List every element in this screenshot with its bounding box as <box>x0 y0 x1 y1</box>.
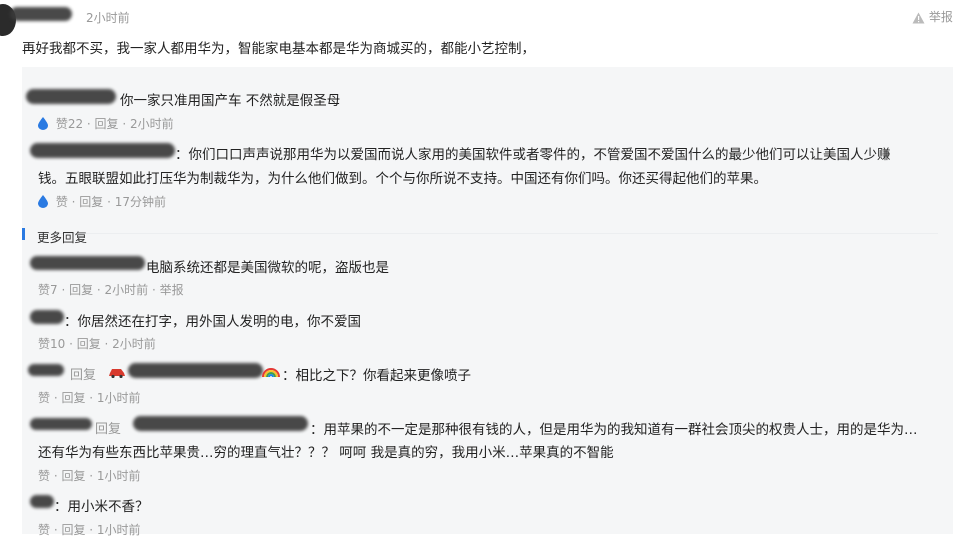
reply-meta[interactable]: 赞 · 回复 · 1小时前 <box>38 467 141 484</box>
report-label: 举报 <box>928 10 953 24</box>
warning-icon <box>912 12 925 23</box>
reply-username-redacted[interactable] <box>30 143 175 158</box>
reply-to-label: 回复 <box>95 422 122 437</box>
reply-text-line1: ：你们口口声声说那用华为以爱国而说人家用的美国软件或者零件的，不管爱国不爱国什么… <box>175 147 891 163</box>
reply-text: 你一家只准用国产车 不然就是假圣母 <box>120 93 341 109</box>
reply-to-label: 回复 <box>70 368 97 383</box>
more-replies-label[interactable]: 更多回复 <box>37 227 87 246</box>
more-replies-marker <box>22 228 25 240</box>
post-content: 再好我都不买，我一家人都用华为，智能家电基本都是华为商城买的，都能小艺控制， <box>22 41 535 57</box>
car-emoji-icon <box>109 369 125 378</box>
reply-panel <box>22 67 953 534</box>
reply-text-line1: ：用苹果的不一定是那种很有钱的人，但是用华为的我知道有一群社会顶尖的权贵人士，用… <box>310 422 918 438</box>
username-redacted[interactable] <box>10 7 72 21</box>
reply-text: ：相比之下？你看起来更像喷子 <box>282 368 471 384</box>
post-time: 2小时前 <box>86 11 130 25</box>
reply-text: ：用小米不香？ <box>54 499 149 515</box>
reply-target-redacted[interactable] <box>133 416 308 431</box>
reply-username-redacted[interactable] <box>28 364 64 376</box>
reply-meta[interactable]: 赞10 · 回复 · 2小时前 <box>38 335 156 352</box>
reply-text: ：你居然还在打字，用外国人发明的电，你不爱国 <box>64 314 361 330</box>
divider <box>38 233 938 234</box>
reply-username-redacted[interactable] <box>26 89 116 104</box>
reply-meta-text[interactable]: 赞 · 回复 · 17分钟前 <box>56 195 166 209</box>
reply-meta-text[interactable]: 赞22 · 回复 · 2小时前 <box>56 117 174 131</box>
reply-username-redacted[interactable] <box>30 310 64 324</box>
reply-meta[interactable]: 赞 · 回复 · 1小时前 <box>38 521 141 538</box>
reply-username-redacted[interactable] <box>30 256 145 270</box>
reply-meta[interactable]: 赞7 · 回复 · 2小时前 · 举报 <box>38 281 184 298</box>
report-button[interactable]: 举报 <box>912 8 953 25</box>
rainbow-emoji-icon <box>262 368 280 378</box>
reply-username-redacted[interactable] <box>30 418 92 430</box>
like-drop-icon[interactable] <box>38 117 48 130</box>
reply-text: 电脑系统还都是美国微软的呢，盗版也是 <box>146 260 389 276</box>
reply-text-line2: 还有华为有些东西比苹果贵…穷的理直气壮？？？ 呵呵 我是真的穷，我用小米…苹果真… <box>38 445 614 461</box>
like-drop-icon[interactable] <box>38 195 48 208</box>
reply-meta: 赞 · 回复 · 17分钟前 <box>38 193 166 210</box>
reply-meta: 赞22 · 回复 · 2小时前 <box>38 115 174 132</box>
reply-target-redacted[interactable] <box>128 363 263 378</box>
reply-meta[interactable]: 赞 · 回复 · 1小时前 <box>38 389 141 406</box>
reply-username-redacted[interactable] <box>30 495 54 508</box>
reply-text-line2: 钱。五眼联盟如此打压华为制裁华为，为什么他们做到。个个与你所说不支持。中国还有你… <box>38 171 767 187</box>
